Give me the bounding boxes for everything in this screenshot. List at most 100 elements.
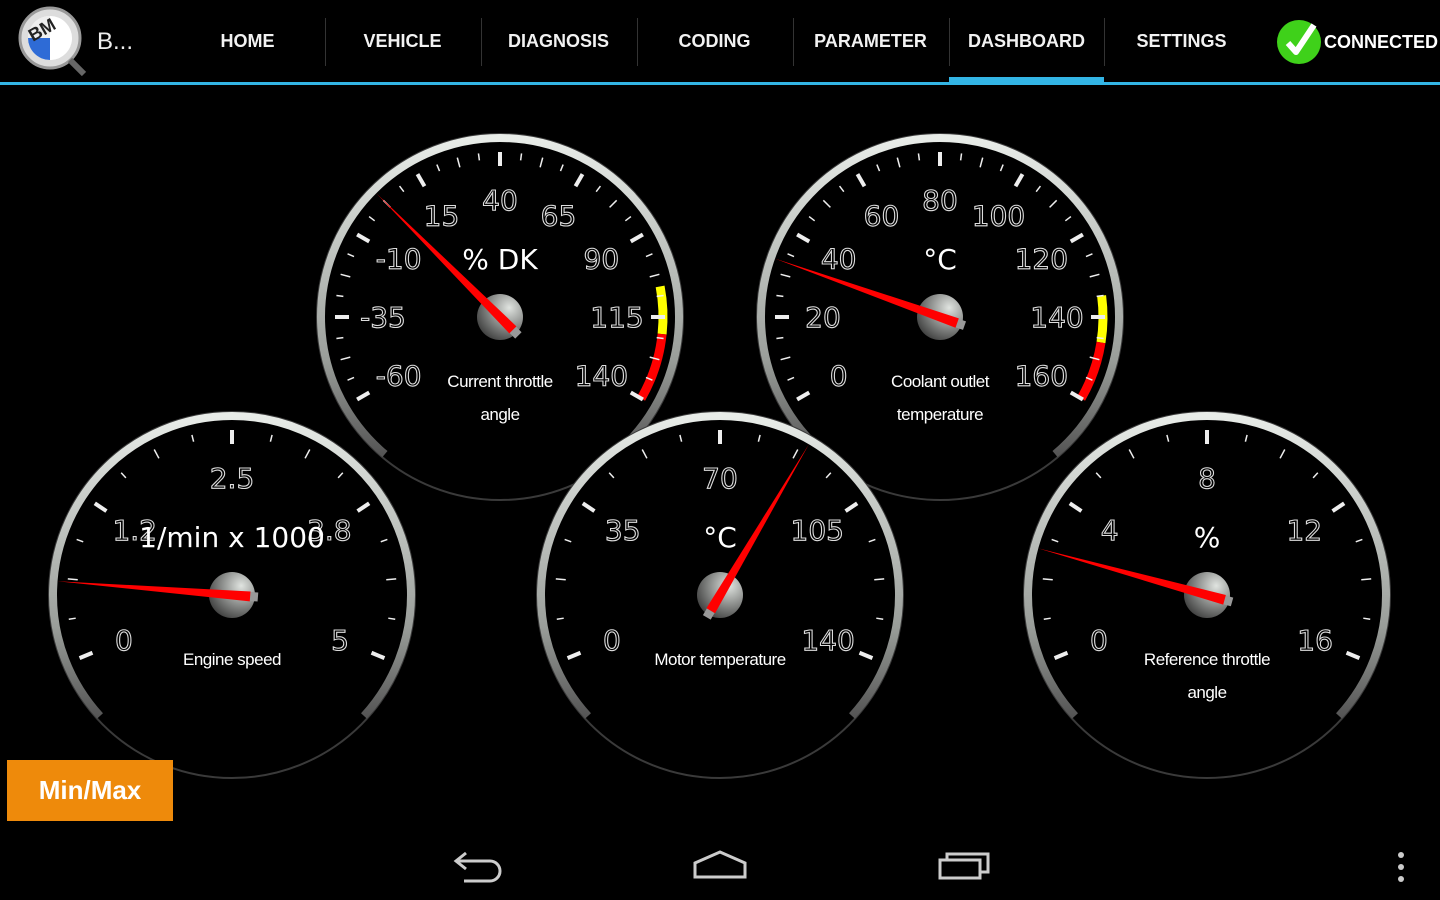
gauge-dashboard: -60-35-1015 40 6590115140% DKCurrent throt…: [48, 133, 1391, 779]
status-text: CONNECTED: [1324, 31, 1439, 52]
minor-tick: [519, 153, 523, 161]
gauge-unit: %: [1194, 521, 1221, 554]
tick-label: 105: [791, 514, 844, 547]
action-bar: BM B... HOME VEHICLE DIAGNOSIS CODING PARAME…: [0, 0, 1440, 85]
gauge-title: Coolant outlet: [891, 372, 990, 391]
app-title: B...: [97, 28, 134, 55]
tick-label: 120: [1015, 243, 1068, 276]
tick-label: 140: [801, 624, 854, 657]
gauge-title: temperature: [897, 405, 983, 424]
home-icon[interactable]: [692, 845, 748, 885]
gauge-unit: °C: [703, 521, 737, 554]
minor-tick: [556, 617, 564, 620]
minmax-button[interactable]: Min/Max: [7, 760, 173, 821]
tick-label: 35: [605, 514, 641, 547]
minor-tick: [336, 336, 344, 340]
tick-label: 115: [590, 301, 643, 334]
tick-label: 0: [1090, 624, 1108, 657]
gauge-title: angle: [480, 405, 519, 424]
tick-label: -60: [376, 360, 422, 393]
minor-tick: [67, 578, 78, 581]
gauge-title: Engine speed: [183, 650, 281, 669]
gauge-zone: [655, 285, 668, 335]
minor-tick: [1361, 578, 1372, 581]
minor-tick: [477, 153, 481, 161]
gauge-unit: % DK: [462, 243, 538, 276]
tick-label: 16: [1297, 624, 1333, 657]
gauge-4: 0 4 8 12 16% Reference throttle angle: [1023, 411, 1391, 779]
tick-label: 8: [1198, 462, 1216, 495]
app-logo-icon[interactable]: BM: [18, 6, 88, 76]
tick-label: 12: [1286, 514, 1322, 547]
tick-label: 140: [575, 360, 628, 393]
gauge-3: 0 35 70 105 140 °C Motor temperature: [536, 411, 904, 779]
gauge-title: Motor temperature: [654, 650, 785, 669]
tick-label: 15: [424, 200, 460, 233]
tab-divider: [949, 18, 950, 66]
tab-dashboard[interactable]: DASHBOARD: [949, 0, 1104, 85]
tab-divider: [325, 18, 326, 66]
minor-tick: [874, 578, 885, 581]
minor-tick: [656, 294, 664, 298]
tab-home[interactable]: HOME: [170, 0, 325, 82]
needle-tail: [249, 591, 259, 602]
gauge-zone: [1096, 295, 1108, 344]
recent-apps-icon[interactable]: [937, 845, 993, 885]
minor-tick: [68, 617, 76, 620]
minor-tick: [1096, 336, 1104, 340]
gauge-unit: 1/min x 1000: [139, 521, 325, 554]
minor-tick: [959, 153, 963, 161]
tab-divider: [793, 18, 794, 66]
minor-tick: [336, 294, 344, 298]
tick-label: -35: [360, 301, 406, 334]
minor-tick: [1363, 617, 1371, 620]
tick-label: 0: [603, 624, 621, 657]
tick-label: 5: [331, 624, 349, 657]
tab-parameter[interactable]: PARAMETER: [793, 0, 948, 82]
tab-divider: [637, 18, 638, 66]
back-icon[interactable]: [450, 845, 504, 885]
tick-label: 4: [1101, 514, 1119, 547]
tab-diagnosis[interactable]: DIAGNOSIS: [481, 0, 636, 82]
minor-tick: [776, 294, 784, 298]
tick-label: 60: [864, 200, 900, 233]
gauge-title: angle: [1187, 683, 1226, 702]
minor-tick: [1042, 578, 1053, 581]
needle-tail: [702, 608, 715, 620]
tab-settings[interactable]: SETTINGS: [1104, 0, 1259, 82]
minor-tick: [386, 578, 397, 581]
tick-label: 40: [482, 184, 518, 217]
minor-tick: [656, 336, 664, 340]
needle-tail: [509, 326, 522, 339]
tick-label: 40: [821, 243, 857, 276]
minor-tick: [917, 153, 921, 161]
needle-tail: [955, 318, 967, 330]
tick-label: -10: [376, 243, 422, 276]
minor-tick: [876, 617, 884, 620]
tick-label: 0: [830, 360, 848, 393]
tick-label: 140: [1030, 301, 1083, 334]
tick-label: 20: [805, 301, 841, 334]
check-icon: [1277, 20, 1321, 64]
tab-divider: [1104, 18, 1105, 66]
gauge-unit: °C: [923, 243, 957, 276]
overflow-menu-icon[interactable]: [1394, 850, 1408, 884]
minor-tick: [776, 336, 784, 340]
tick-label: 70: [702, 462, 738, 495]
minor-tick: [555, 578, 566, 581]
minor-tick: [388, 617, 396, 620]
connection-status: CONNECTED: [1276, 19, 1438, 65]
minor-tick: [1096, 294, 1104, 298]
tab-vehicle[interactable]: VEHICLE: [325, 0, 480, 82]
minor-tick: [1043, 617, 1051, 620]
gauge-title: Current throttle: [447, 372, 552, 391]
needle-tail: [1223, 595, 1234, 607]
tick-label: 100: [972, 200, 1025, 233]
tick-label: 160: [1015, 360, 1068, 393]
tick-label: 65: [541, 200, 577, 233]
tab-coding[interactable]: CODING: [637, 0, 792, 82]
tick-label: 0: [115, 624, 133, 657]
tick-label: 80: [922, 184, 958, 217]
tick-label: 90: [584, 243, 620, 276]
gauge-2: 01.22.53.851/min x 1000Engine speed: [48, 411, 416, 779]
